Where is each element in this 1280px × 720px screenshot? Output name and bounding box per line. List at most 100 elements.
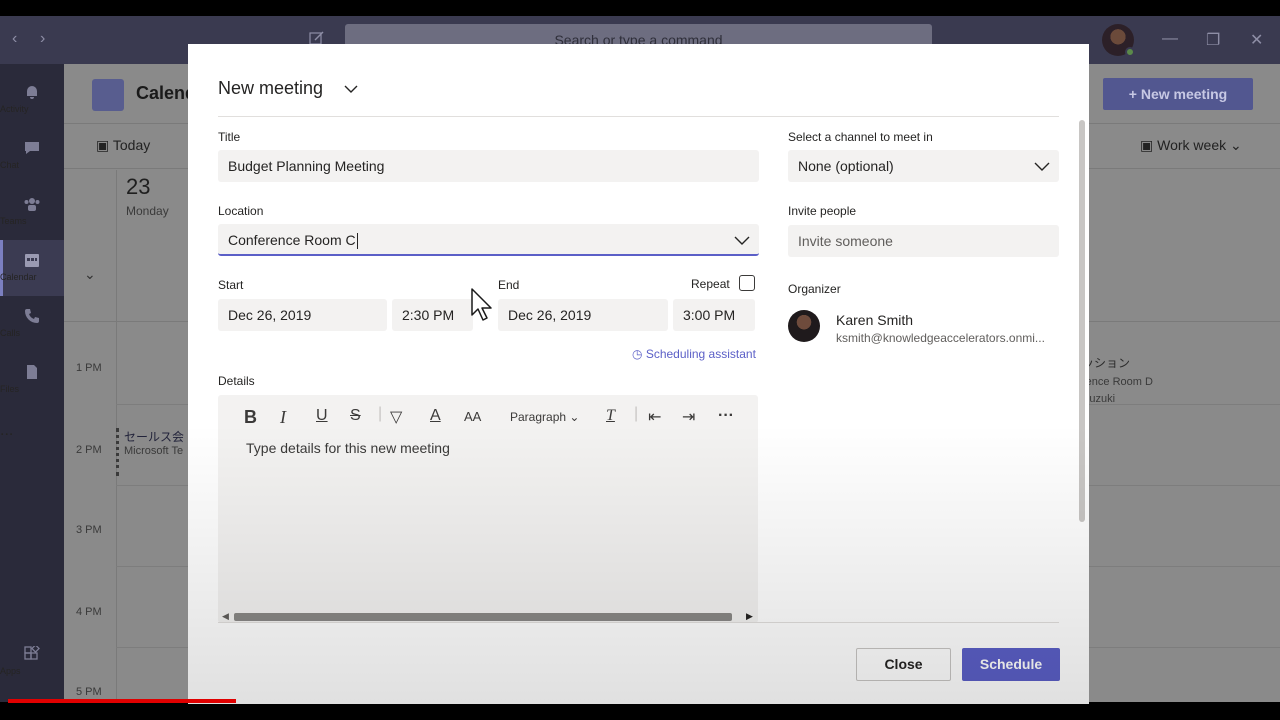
rail-item-activity[interactable]: Activity bbox=[0, 72, 64, 128]
repeat-label: Repeat bbox=[691, 277, 730, 291]
details-label: Details bbox=[218, 374, 255, 388]
close-button[interactable]: Close bbox=[856, 648, 951, 681]
strikethrough-icon[interactable]: S bbox=[350, 407, 361, 425]
rail-item-chat[interactable]: Chat bbox=[0, 128, 64, 184]
rail-item-files[interactable]: Files bbox=[0, 352, 64, 408]
rail-item-more[interactable]: ... bbox=[0, 416, 64, 472]
calendar-event[interactable]: ッション rence Room D Suzuki bbox=[1082, 354, 1222, 418]
hour-label: 2 PM bbox=[76, 444, 102, 456]
maximize-icon[interactable]: ❐ bbox=[1206, 30, 1220, 50]
divider bbox=[218, 116, 1059, 117]
close-window-icon[interactable]: ✕ bbox=[1250, 30, 1263, 50]
today-label: Today bbox=[112, 137, 151, 153]
separator: | bbox=[378, 405, 383, 422]
paragraph-label: Paragraph bbox=[510, 410, 567, 424]
calendar-icon bbox=[25, 254, 39, 267]
start-date-input[interactable]: Dec 26, 2019 bbox=[218, 299, 387, 331]
status-available-icon bbox=[1125, 47, 1135, 57]
chevron-down-icon[interactable]: ⌄ bbox=[84, 266, 96, 283]
video-progress-bar[interactable] bbox=[8, 699, 236, 703]
chat-icon bbox=[25, 142, 39, 154]
underline-icon[interactable]: U bbox=[316, 407, 328, 425]
start-label: Start bbox=[218, 278, 244, 292]
day-header[interactable]: 23 Monday bbox=[116, 170, 196, 226]
rail-label: Calendar bbox=[0, 272, 37, 282]
clock-icon: ◷ bbox=[632, 347, 643, 361]
app-rail: Activity Chat Teams Calendar Calls Files bbox=[0, 64, 64, 702]
invite-input[interactable]: Invite someone bbox=[788, 225, 1059, 257]
rail-item-apps[interactable]: Apps bbox=[0, 634, 64, 690]
bell-icon bbox=[27, 86, 37, 99]
minimize-icon[interactable]: — bbox=[1162, 30, 1178, 48]
title-input[interactable]: Budget Planning Meeting bbox=[218, 150, 759, 182]
location-value: Conference Room C bbox=[228, 232, 356, 248]
more-icon: ... bbox=[0, 422, 14, 439]
user-avatar[interactable] bbox=[1102, 24, 1135, 57]
new-meeting-dialog: New meeting Title Budget Planning Meetin… bbox=[188, 44, 1089, 704]
chevron-down-icon[interactable] bbox=[1034, 161, 1050, 171]
more-options-icon[interactable]: ··· bbox=[718, 407, 734, 425]
chevron-down-icon[interactable] bbox=[344, 84, 358, 94]
rail-label: Teams bbox=[0, 216, 27, 226]
event-title: セールス会 bbox=[124, 430, 185, 444]
details-editor[interactable]: B I U S | ▽ A AA Paragraph ⌄ T | ⇤ ⇥ ···… bbox=[218, 395, 758, 623]
organizer-email: ksmith@knowledgeaccelerators.onmi... bbox=[836, 331, 1045, 345]
scheduling-assistant-link[interactable]: ◷ Scheduling assistant bbox=[632, 347, 756, 361]
title-label: Title bbox=[218, 130, 241, 144]
dialog-title[interactable]: New meeting bbox=[218, 78, 323, 99]
page-title: Calend bbox=[136, 83, 197, 103]
paragraph-dropdown[interactable]: Paragraph ⌄ bbox=[510, 410, 579, 424]
scrollbar-thumb[interactable] bbox=[234, 613, 732, 621]
day-name: Monday bbox=[126, 204, 169, 218]
decrease-indent-icon[interactable]: ⇤ bbox=[648, 407, 661, 427]
scroll-right-icon[interactable]: ▶ bbox=[746, 611, 753, 622]
back-icon[interactable]: ‹ bbox=[12, 30, 17, 48]
location-input[interactable]: Conference Room C bbox=[218, 224, 759, 256]
clear-formatting-icon[interactable]: T bbox=[606, 407, 615, 425]
calendar-event[interactable]: セールス会 Microsoft Te bbox=[116, 428, 188, 476]
forward-icon[interactable]: › bbox=[40, 30, 45, 48]
scheduling-assistant-label: Scheduling assistant bbox=[645, 347, 756, 361]
scroll-left-icon[interactable]: ◀ bbox=[222, 611, 229, 622]
end-time-input[interactable]: 3:00 PM bbox=[673, 299, 755, 331]
channel-select[interactable]: None (optional) bbox=[788, 150, 1059, 182]
font-color-icon[interactable]: A bbox=[430, 407, 441, 425]
screen: ‹ › Search or type a command — ❐ ✕ Activ… bbox=[0, 0, 1280, 720]
invite-label: Invite people bbox=[788, 204, 857, 218]
teams-icon bbox=[24, 198, 40, 211]
rail-label: Calls bbox=[0, 328, 21, 338]
new-meeting-button[interactable]: + New meeting bbox=[1103, 78, 1253, 110]
schedule-button[interactable]: Schedule bbox=[962, 648, 1060, 681]
avatar bbox=[788, 310, 820, 342]
rail-label: Chat bbox=[0, 160, 20, 170]
mouse-cursor-icon bbox=[471, 288, 492, 321]
details-placeholder: Type details for this new meeting bbox=[246, 440, 450, 456]
calendar-icon bbox=[92, 79, 124, 111]
organizer-name: Karen Smith bbox=[836, 312, 914, 328]
event-title: ッション bbox=[1082, 356, 1131, 370]
today-button[interactable]: ▣ Today bbox=[96, 137, 150, 154]
rail-item-calls[interactable]: Calls bbox=[0, 296, 64, 352]
hour-label: 1 PM bbox=[76, 362, 102, 374]
hour-label: 4 PM bbox=[76, 606, 102, 618]
chevron-down-icon[interactable] bbox=[734, 235, 750, 245]
increase-indent-icon[interactable]: ⇥ bbox=[682, 407, 695, 427]
repeat-checkbox[interactable] bbox=[739, 275, 755, 291]
end-date-input[interactable]: Dec 26, 2019 bbox=[498, 299, 668, 331]
separator: | bbox=[634, 405, 639, 422]
highlight-icon[interactable]: ▽ bbox=[390, 407, 402, 427]
rail-item-teams[interactable]: Teams bbox=[0, 184, 64, 240]
hour-label: 5 PM bbox=[76, 686, 102, 698]
vertical-scrollbar[interactable] bbox=[1079, 120, 1085, 522]
editor-toolbar: B I U S | ▽ A AA Paragraph ⌄ T | ⇤ ⇥ ··· bbox=[218, 395, 758, 437]
rail-label: Apps bbox=[0, 666, 21, 676]
start-time-input[interactable]: 2:30 PM bbox=[392, 299, 473, 331]
font-size-icon[interactable]: AA bbox=[464, 409, 481, 424]
organizer-label: Organizer bbox=[788, 282, 841, 296]
bold-icon[interactable]: B bbox=[244, 407, 257, 428]
rail-label: Files bbox=[0, 384, 20, 394]
work-week-dropdown[interactable]: ▣ Work week ⌄ bbox=[1140, 137, 1242, 154]
italic-icon[interactable]: I bbox=[280, 407, 286, 428]
event-location: rence Room D bbox=[1082, 376, 1153, 388]
rail-item-calendar[interactable]: Calendar bbox=[0, 240, 64, 296]
